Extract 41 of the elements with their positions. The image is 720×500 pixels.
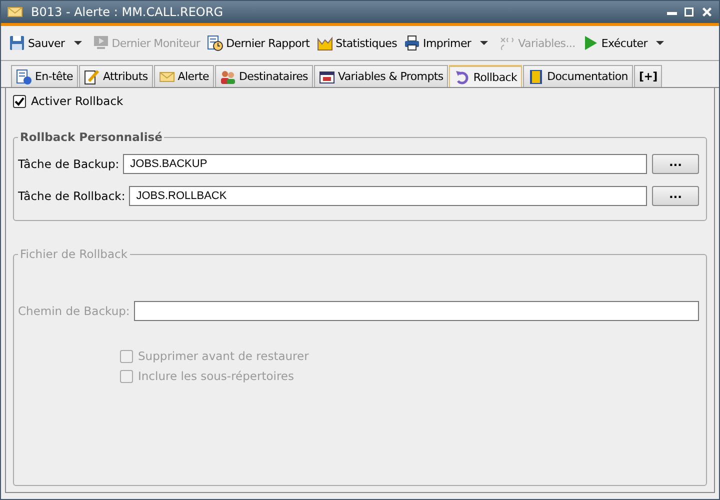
report-clock-icon	[207, 35, 224, 51]
browse-button[interactable]: ...	[652, 186, 699, 206]
toolbar-button[interactable]: Imprimer	[402, 33, 474, 53]
document-info-icon	[16, 68, 32, 84]
tab[interactable]: Alerte	[154, 65, 214, 87]
minimize-icon	[667, 12, 677, 15]
toolbar-button[interactable]: Exécuter	[580, 33, 650, 53]
toolbar-button[interactable]: Dernier Rapport	[205, 33, 312, 53]
tab[interactable]: [+]	[634, 65, 662, 87]
printer-icon	[404, 35, 420, 51]
tab[interactable]: Variables & Prompts	[314, 65, 448, 87]
tab[interactable]: En-tête	[11, 65, 78, 87]
input-field[interactable]: JOBS.BACKUP	[123, 154, 647, 174]
toolbar-button[interactable]: Sauver	[7, 33, 67, 53]
undo-arrow-icon	[454, 69, 470, 85]
checkbox-label: Supprimer avant de restaurer	[138, 349, 309, 363]
window-title: B013 - Alerte : MM.CALL.REORG	[31, 5, 224, 19]
tab[interactable]: Attributs	[78, 65, 153, 87]
field-label: Tâche de Rollback:	[18, 189, 126, 203]
input-field[interactable]: JOBS.ROLLBACK	[129, 186, 647, 206]
envelope-icon	[7, 4, 23, 20]
checkbox-label: Inclure les sous-répertoires	[138, 369, 294, 383]
group-title: Fichier de Rollback	[19, 247, 128, 261]
play-icon	[582, 35, 598, 51]
pencil-document-icon	[84, 68, 100, 84]
tab[interactable]: Rollback	[449, 65, 522, 87]
checkbox[interactable]	[13, 94, 26, 108]
checkbox-label: Activer Rollback	[31, 94, 124, 108]
book-icon	[528, 68, 544, 84]
tab[interactable]: Documentation	[523, 65, 633, 87]
browse-button[interactable]: ...	[652, 154, 699, 174]
toolbar-button[interactable]: Statistiques	[314, 33, 400, 53]
group-title: Rollback Personnalisé	[19, 130, 164, 144]
window-icon	[319, 68, 335, 84]
people-icon	[220, 68, 236, 84]
monitor-icon	[92, 35, 109, 51]
field-label: Chemin de Backup:	[18, 304, 130, 318]
field-label: Tâche de Backup:	[18, 157, 120, 171]
tab[interactable]: Destinataires	[214, 65, 313, 87]
close-icon	[701, 6, 713, 18]
maximize-icon	[683, 6, 695, 18]
